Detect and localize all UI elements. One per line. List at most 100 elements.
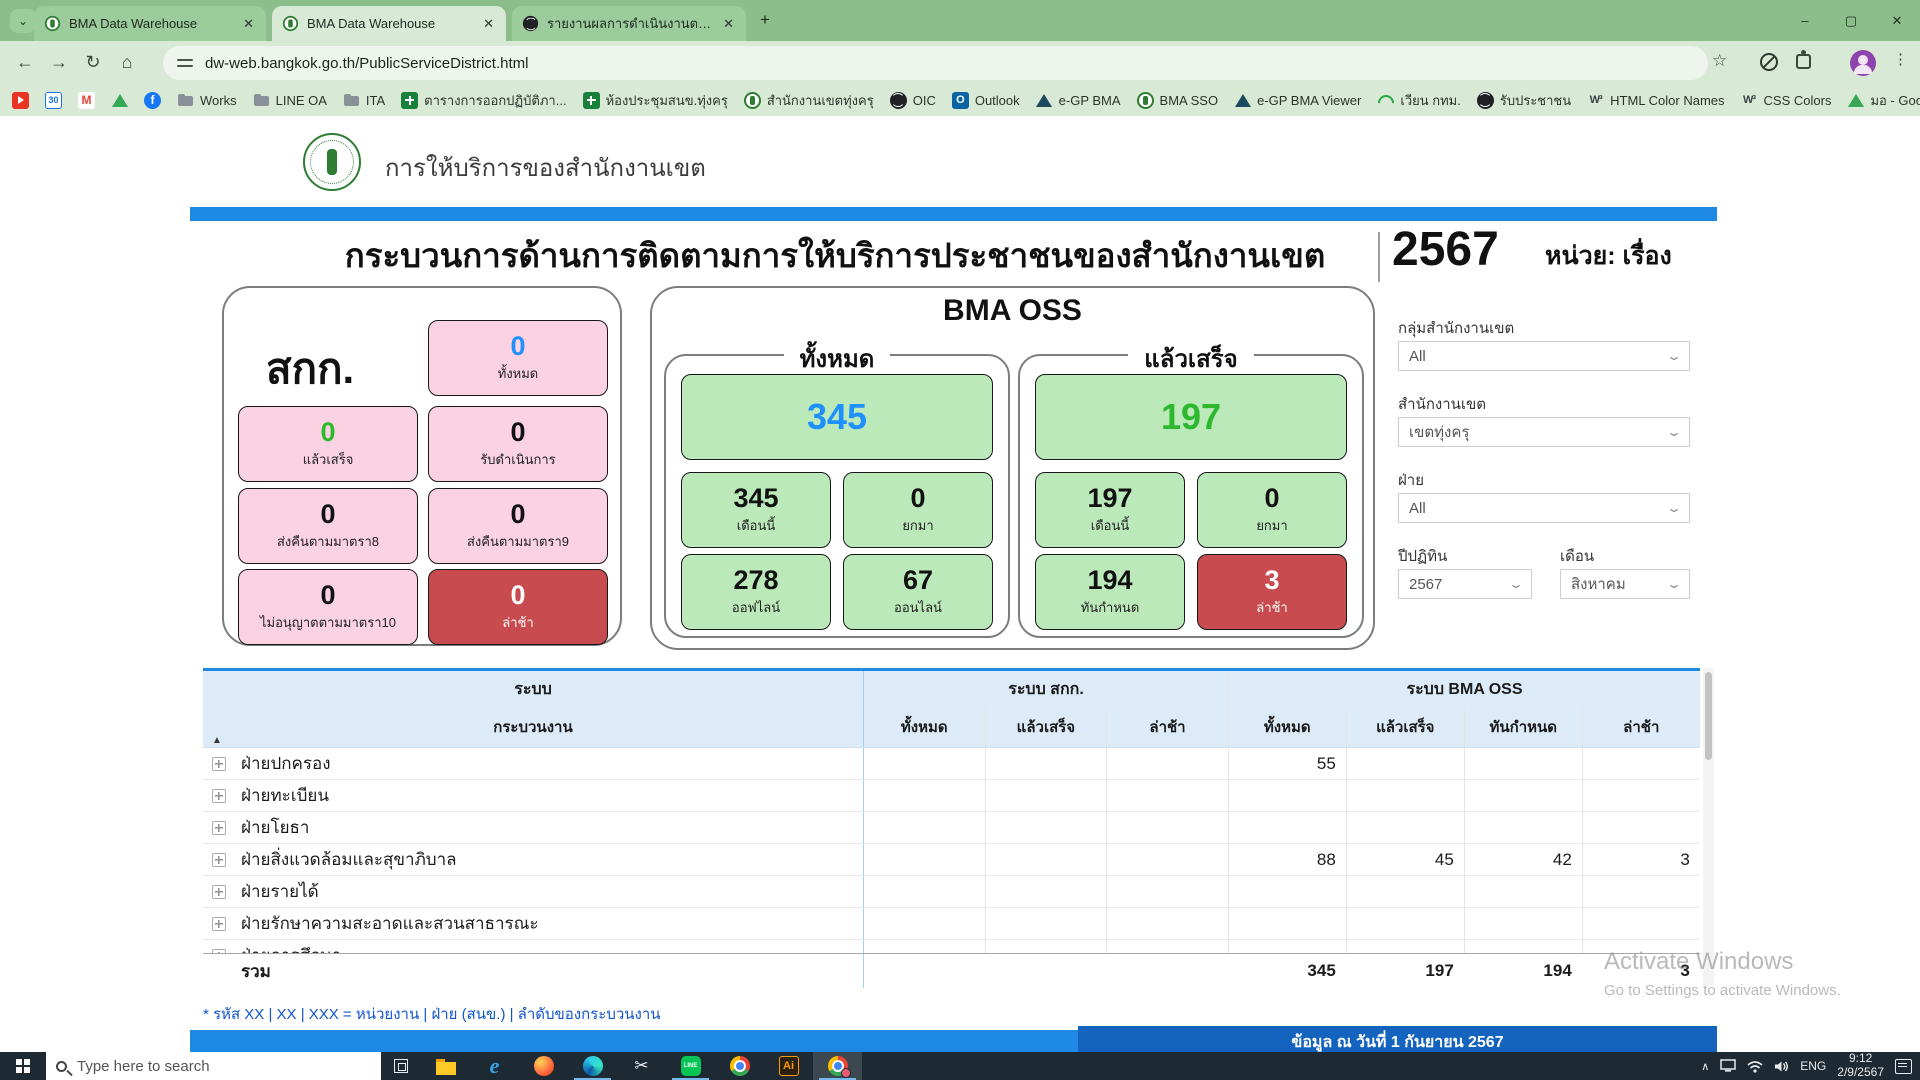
col-header-skk-late[interactable]: ล่าช้า bbox=[1106, 707, 1228, 747]
site-header-title: การให้บริการของสำนักงานเขต bbox=[385, 148, 706, 187]
bookmark-drive[interactable] bbox=[111, 92, 128, 109]
blocker-extension-icon[interactable] bbox=[1760, 53, 1778, 71]
table-row[interactable]: ฝ่ายโยธา bbox=[203, 812, 1700, 844]
globe-icon bbox=[890, 92, 907, 109]
site-settings-icon[interactable] bbox=[177, 57, 193, 69]
taskbar-edge[interactable] bbox=[568, 1052, 617, 1080]
bookmark-bma-sso[interactable]: BMA SSO bbox=[1137, 92, 1219, 109]
table-scrollbar[interactable] bbox=[1703, 668, 1714, 985]
bookmark-rab-prachachon[interactable]: รับประชาชน bbox=[1477, 90, 1571, 111]
bookmark-css-colors[interactable]: CSS Colors bbox=[1741, 92, 1832, 109]
bookmark-sheet-meeting[interactable]: ห้องประชุมสนข.ทุ่งครุ bbox=[583, 90, 728, 111]
cell bbox=[1106, 876, 1228, 907]
expand-icon[interactable] bbox=[212, 917, 226, 931]
col-header-skk-total[interactable]: ทั้งหมด bbox=[863, 707, 985, 747]
expand-icon[interactable] bbox=[212, 757, 226, 771]
table-row[interactable]: ฝ่ายทะเบียน bbox=[203, 780, 1700, 812]
folder-icon bbox=[343, 92, 360, 109]
speaker-icon[interactable] bbox=[1774, 1060, 1789, 1073]
web-page: การให้บริการของสำนักงานเขต กระบวนการด้าน… bbox=[0, 116, 1920, 1052]
browser-tab-2-active[interactable]: BMA Data Warehouse ✕ bbox=[272, 6, 506, 41]
notification-center-icon[interactable] bbox=[1895, 1059, 1912, 1074]
expand-icon[interactable] bbox=[212, 885, 226, 899]
bookmark-folder-works[interactable]: Works bbox=[177, 92, 237, 109]
tab-search-chevron-icon[interactable]: ⌄ bbox=[10, 9, 36, 33]
expand-icon[interactable] bbox=[212, 853, 226, 867]
year-select[interactable]: 2567 ⌄ bbox=[1398, 569, 1532, 599]
taskbar-line[interactable]: LINE bbox=[666, 1052, 715, 1080]
taskbar-internet-explorer[interactable]: e bbox=[470, 1052, 519, 1080]
bookmark-egp-bma[interactable]: e-GP BMA bbox=[1036, 92, 1121, 109]
division-select[interactable]: All ⌄ bbox=[1398, 493, 1690, 523]
bma-emblem-logo bbox=[303, 133, 361, 191]
bookmark-facebook[interactable] bbox=[144, 92, 161, 109]
monitor-icon[interactable] bbox=[1720, 1059, 1736, 1073]
network-wifi-icon[interactable] bbox=[1747, 1060, 1763, 1073]
district-select[interactable]: เขตทุ่งครุ ⌄ bbox=[1398, 417, 1690, 447]
expand-icon[interactable] bbox=[212, 821, 226, 835]
table-row[interactable]: ฝ่ายสิ่งแวดล้อมและสุขาภิบาล 88 45 42 3 bbox=[203, 844, 1700, 876]
bookmark-folder-line-oa[interactable]: LINE OA bbox=[253, 92, 327, 109]
bookmark-html-colors[interactable]: HTML Color Names bbox=[1587, 92, 1724, 109]
back-button[interactable]: ← bbox=[8, 52, 42, 73]
task-view-button[interactable] bbox=[381, 1059, 421, 1073]
browser-tab-3[interactable]: รายงานผลการดำเนินงานตาม KRs ✕ bbox=[512, 6, 746, 41]
new-tab-button[interactable]: + bbox=[760, 10, 770, 30]
bookmark-calendar[interactable] bbox=[45, 92, 62, 109]
bookmark-gmail[interactable] bbox=[78, 92, 95, 109]
expand-icon[interactable] bbox=[212, 789, 226, 803]
bookmark-star-icon[interactable]: ☆ bbox=[1712, 51, 1727, 71]
table-row[interactable]: ฝ่ายรายได้ bbox=[203, 876, 1700, 908]
browser-tab-1[interactable]: BMA Data Warehouse ✕ bbox=[34, 6, 266, 41]
col-header-process[interactable]: กระบวนงาน bbox=[203, 707, 863, 747]
clock[interactable]: 9:12 2/9/2567 bbox=[1837, 1052, 1884, 1080]
bookmark-oic[interactable]: OIC bbox=[890, 92, 936, 109]
bookmark-wian-bkk[interactable]: เวียน กทม. bbox=[1377, 90, 1460, 111]
forward-button[interactable]: → bbox=[42, 52, 76, 73]
table-row[interactable]: ฝ่ายปกครอง 55 bbox=[203, 748, 1700, 780]
table-row[interactable]: ฝ่ายรักษาความสะอาดและสวนสาธารณะ bbox=[203, 908, 1700, 940]
district-group-select[interactable]: All ⌄ bbox=[1398, 341, 1690, 371]
col-header-skk-done[interactable]: แล้วเสร็จ bbox=[985, 707, 1107, 747]
taskbar-search[interactable]: Type here to search bbox=[46, 1052, 381, 1080]
minimize-button[interactable]: – bbox=[1782, 0, 1828, 41]
home-button[interactable]: ⌂ bbox=[110, 52, 144, 73]
language-indicator[interactable]: ENG bbox=[1800, 1059, 1826, 1073]
taskbar-file-explorer[interactable] bbox=[421, 1052, 470, 1080]
card-value: 67 bbox=[903, 567, 933, 594]
cell: 197 bbox=[1346, 954, 1464, 988]
col-header-oss-total[interactable]: ทั้งหมด bbox=[1228, 707, 1346, 747]
address-bar[interactable]: dw-web.bangkok.go.th/PublicServiceDistri… bbox=[163, 46, 1708, 80]
bookmark-sheet-duty[interactable]: ตารางการออกปฏิบัติภา... bbox=[401, 90, 566, 111]
bookmark-egp-viewer[interactable]: e-GP BMA Viewer bbox=[1234, 92, 1361, 109]
taskbar-firefox[interactable] bbox=[519, 1052, 568, 1080]
table-row-clipped[interactable]: ฝ่ายการศึกษา bbox=[203, 940, 1700, 953]
bookmark-label: BMA SSO bbox=[1160, 93, 1219, 108]
col-header-oss-done[interactable]: แล้วเสร็จ bbox=[1346, 707, 1464, 747]
maximize-button[interactable]: ▢ bbox=[1828, 0, 1874, 41]
bookmark-youtube[interactable] bbox=[12, 92, 29, 109]
month-select[interactable]: สิงหาคม ⌄ bbox=[1560, 569, 1690, 599]
bookmark-district-office[interactable]: สำนักงานเขตทุ่งครุ bbox=[744, 90, 874, 111]
col-header-oss-ontime[interactable]: ทันกำหนด bbox=[1464, 707, 1582, 747]
taskbar-snipping-tool[interactable]: ✂ bbox=[617, 1052, 666, 1080]
tab-close-icon[interactable]: ✕ bbox=[481, 16, 496, 32]
close-button[interactable]: ✕ bbox=[1874, 0, 1920, 41]
start-button[interactable] bbox=[0, 1052, 46, 1080]
tray-chevron-icon[interactable]: ∧ bbox=[1701, 1060, 1709, 1073]
tab-close-icon[interactable]: ✕ bbox=[241, 16, 256, 32]
bookmark-folder-ita[interactable]: ITA bbox=[343, 92, 385, 109]
taskbar-chrome[interactable] bbox=[715, 1052, 764, 1080]
cell bbox=[1346, 908, 1464, 939]
taskbar-chrome-profile-active[interactable] bbox=[813, 1052, 862, 1080]
browser-menu-icon[interactable]: ⋮ bbox=[1893, 50, 1908, 68]
col-header-oss-late[interactable]: ล่าช้า bbox=[1582, 707, 1700, 747]
taskbar-illustrator[interactable]: Ai bbox=[764, 1052, 813, 1080]
bookmark-outlook[interactable]: Outlook bbox=[952, 92, 1020, 109]
bookmark-mo-drive[interactable]: มอ - Google ไดรฟ์ bbox=[1847, 90, 1920, 111]
sort-ascending-icon[interactable]: ▲ bbox=[212, 735, 222, 746]
profile-avatar[interactable] bbox=[1850, 50, 1876, 76]
reload-button[interactable]: ↻ bbox=[76, 52, 110, 73]
extensions-puzzle-icon[interactable] bbox=[1796, 54, 1811, 69]
tab-close-icon[interactable]: ✕ bbox=[721, 16, 736, 32]
